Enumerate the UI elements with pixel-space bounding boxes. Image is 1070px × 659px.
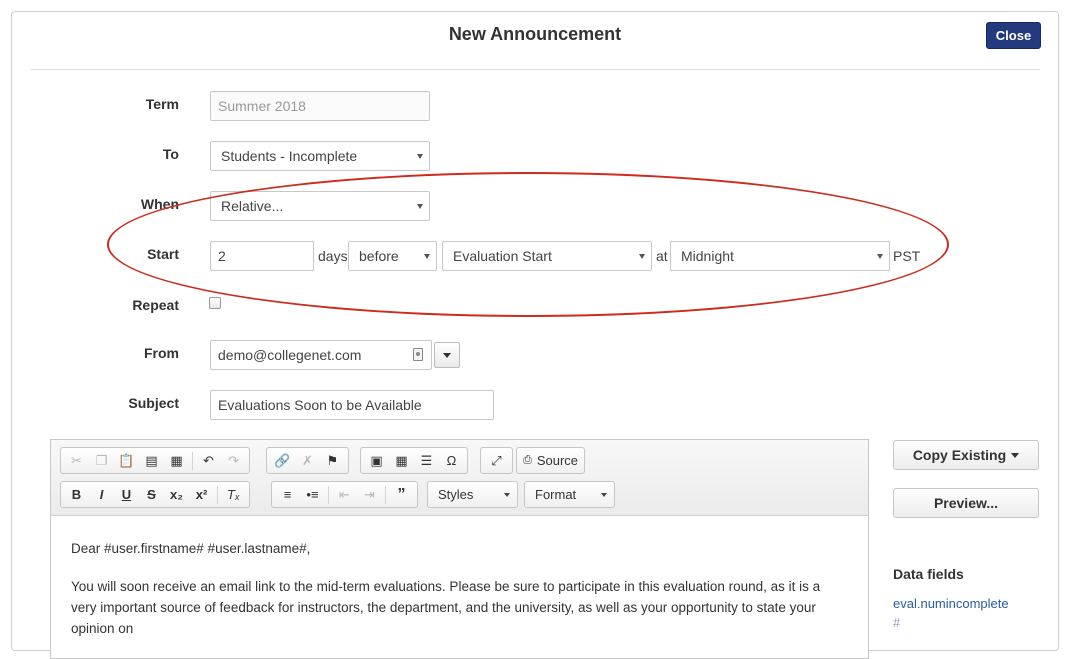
to-select[interactable]: Students - Incomplete bbox=[210, 141, 430, 171]
italic-icon[interactable]: I bbox=[89, 483, 114, 506]
from-field-value: demo@collegenet.com bbox=[218, 347, 362, 363]
from-field[interactable]: demo@collegenet.com bbox=[210, 340, 432, 370]
modal-title: New Announcement bbox=[448, 24, 622, 44]
indent-icon[interactable]: ⇥ bbox=[357, 483, 382, 506]
preview-button[interactable]: Preview... bbox=[893, 488, 1039, 518]
subject-input[interactable]: Evaluations Soon to be Available bbox=[210, 390, 494, 420]
styles-combo-label: Styles bbox=[438, 487, 474, 502]
table-icon[interactable]: ▦ bbox=[389, 449, 414, 472]
blockquote-icon[interactable]: ” bbox=[389, 483, 414, 506]
remove-format-icon[interactable]: Tₓ bbox=[221, 483, 246, 506]
horizontal-rule-icon[interactable]: ☰ bbox=[414, 449, 439, 472]
anchor-flag-icon[interactable]: ⚑ bbox=[320, 449, 345, 472]
cut-icon[interactable]: ✂ bbox=[64, 449, 89, 472]
numbered-list-icon[interactable]: ≡ bbox=[275, 483, 300, 506]
chevron-down-icon bbox=[601, 493, 607, 497]
repeat-label: Repeat bbox=[132, 297, 179, 313]
toolbar-separator bbox=[217, 485, 218, 504]
editor-content[interactable]: Dear #user.firstname# #user.lastname#, Y… bbox=[71, 538, 844, 656]
to-select-value: Students - Incomplete bbox=[221, 148, 358, 164]
chevron-down-icon bbox=[1011, 452, 1020, 458]
from-label: From bbox=[144, 345, 179, 361]
outdent-icon[interactable]: ⇤ bbox=[332, 483, 357, 506]
from-dropdown-button[interactable] bbox=[434, 342, 460, 368]
chevron-down-icon bbox=[504, 493, 510, 497]
data-fields-title: Data fields bbox=[893, 566, 964, 582]
rich-text-editor: ✂ ❐ 📋 ▤ ▦ ↶ ↷ 🔗 ✗ ⚑ ▣ ▦ ☰ Ω ⤢ ⎙ Source B… bbox=[50, 439, 869, 659]
data-field-link[interactable]: eval.numincomplete bbox=[893, 596, 1009, 611]
subscript-icon[interactable]: x₂ bbox=[164, 483, 189, 506]
tools-group: ⤢ bbox=[480, 447, 513, 474]
copy-existing-button[interactable]: Copy Existing bbox=[893, 440, 1039, 470]
format-combo-label: Format bbox=[535, 487, 577, 502]
highlight-annotation bbox=[107, 172, 949, 317]
to-label: To bbox=[162, 146, 179, 162]
basic-styles-group: B I U S x₂ x² Tₓ bbox=[60, 481, 250, 508]
data-field-link[interactable]: # bbox=[893, 615, 900, 630]
superscript-icon[interactable]: x² bbox=[189, 483, 214, 506]
format-combo[interactable]: Format bbox=[524, 481, 615, 508]
paste-text-icon[interactable]: ▤ bbox=[139, 449, 164, 472]
clipboard-group: ✂ ❐ 📋 ▤ ▦ ↶ ↷ bbox=[60, 447, 250, 474]
link-icon[interactable]: 🔗 bbox=[270, 449, 295, 472]
term-field: Summer 2018 bbox=[210, 91, 430, 121]
preview-label: Preview... bbox=[933, 495, 999, 511]
paste-word-icon[interactable]: ▦ bbox=[164, 449, 189, 472]
close-button[interactable]: Close bbox=[986, 22, 1041, 49]
toolbar-separator bbox=[192, 451, 193, 470]
image-icon[interactable]: ▣ bbox=[364, 449, 389, 472]
styles-combo[interactable]: Styles bbox=[427, 481, 518, 508]
bulleted-list-icon[interactable]: •≡ bbox=[300, 483, 325, 506]
insert-group: ▣ ▦ ☰ Ω bbox=[360, 447, 468, 474]
bold-icon[interactable]: B bbox=[64, 483, 89, 506]
subject-label: Subject bbox=[128, 395, 179, 411]
chevron-down-icon bbox=[417, 154, 423, 159]
editor-toolbar: ✂ ❐ 📋 ▤ ▦ ↶ ↷ 🔗 ✗ ⚑ ▣ ▦ ☰ Ω ⤢ ⎙ Source B… bbox=[51, 440, 868, 516]
toolbar-separator bbox=[385, 485, 386, 504]
header-divider bbox=[31, 69, 1040, 70]
contact-card-icon[interactable] bbox=[413, 348, 423, 361]
source-icon: ⎙ bbox=[523, 454, 532, 466]
term-label: Term bbox=[145, 96, 179, 112]
editor-paragraph: You will soon receive an email link to t… bbox=[71, 579, 821, 636]
maximize-icon[interactable]: ⤢ bbox=[484, 449, 509, 472]
special-char-icon[interactable]: Ω bbox=[439, 449, 464, 472]
copy-existing-label: Copy Existing bbox=[912, 447, 1007, 463]
source-label: Source bbox=[536, 453, 579, 468]
source-button[interactable]: ⎙ Source bbox=[516, 447, 586, 474]
toolbar-separator bbox=[328, 485, 329, 504]
copy-icon[interactable]: ❐ bbox=[89, 449, 114, 472]
redo-icon[interactable]: ↷ bbox=[221, 449, 246, 472]
paragraph-group: ≡ •≡ ⇤ ⇥ ” bbox=[271, 481, 418, 508]
underline-icon[interactable]: U bbox=[114, 483, 139, 506]
editor-paragraph: Dear #user.firstname# #user.lastname#, bbox=[71, 541, 311, 556]
strike-icon[interactable]: S bbox=[139, 483, 164, 506]
unlink-icon[interactable]: ✗ bbox=[295, 449, 320, 472]
paste-icon[interactable]: 📋 bbox=[114, 449, 139, 472]
repeat-checkbox[interactable] bbox=[209, 297, 221, 309]
links-group: 🔗 ✗ ⚑ bbox=[266, 447, 349, 474]
undo-icon[interactable]: ↶ bbox=[196, 449, 221, 472]
